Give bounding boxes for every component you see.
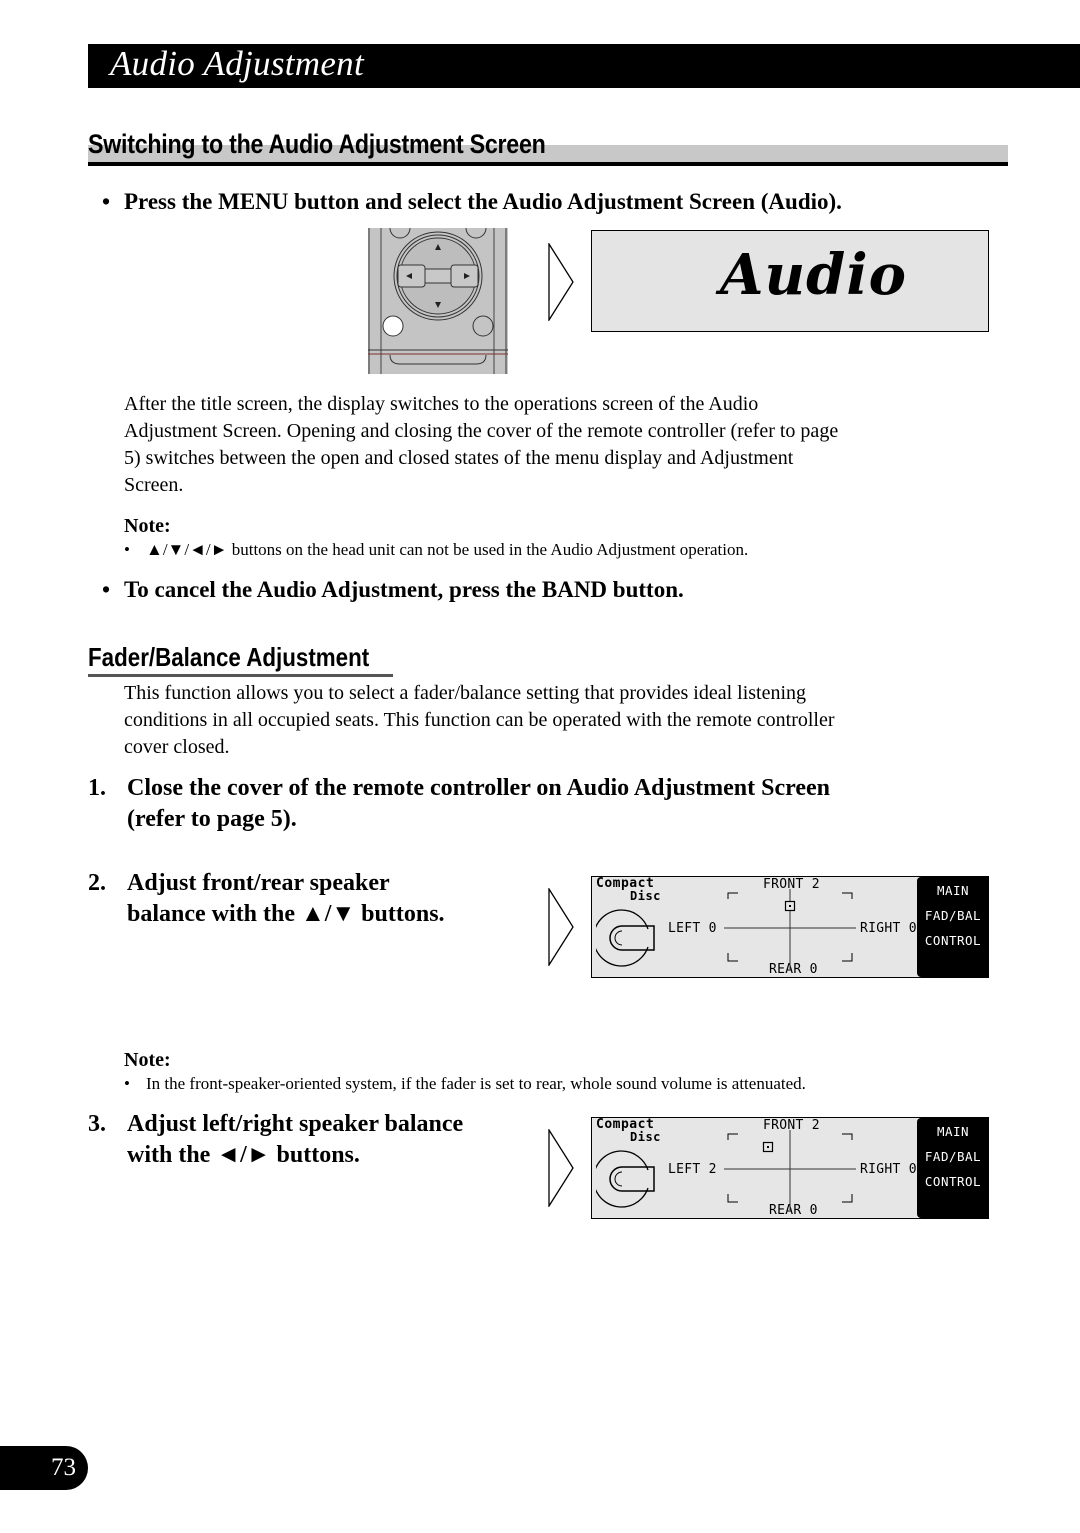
position-marker (762, 1141, 774, 1153)
source-sublabel: Disc (630, 1130, 661, 1144)
fader-paragraph: This function allows you to select a fad… (124, 680, 1024, 761)
center-button (424, 268, 452, 284)
note-label: Note: (124, 1049, 171, 1071)
compact-disc-icon (596, 909, 655, 967)
step-line: with the ◄/► buttons. (127, 1142, 360, 1168)
step-line: Adjust front/rear speaker (127, 870, 390, 896)
chapter-title-bar: Audio Adjustment (88, 44, 1080, 88)
note-text: ▲/▼/◄/► buttons on the head unit can not… (146, 540, 749, 559)
remote-round-button-right (472, 315, 494, 337)
remote-controller-illustration (368, 228, 508, 374)
bullet-dot: • (102, 577, 111, 602)
step-3: 3. Adjust left/right speaker balance wit… (88, 1109, 528, 1173)
note-bullet: • (124, 1074, 130, 1093)
source-sublabel: Disc (630, 889, 661, 903)
menu-item-fad-bal[interactable]: FAD/BAL (917, 1150, 989, 1164)
section-heading-text: Switching to the Audio Adjustment Screen (88, 129, 546, 159)
menu-item-main[interactable]: MAIN (917, 1125, 989, 1139)
step-number: 1. (88, 775, 106, 801)
bullet-dot: • (102, 189, 111, 214)
paragraph-line: Adjustment Screen. Opening and closing t… (124, 420, 839, 442)
note-text: In the front-speaker-oriented system, if… (146, 1074, 806, 1093)
instruction-text: Press the MENU button and select the Aud… (124, 189, 842, 214)
step-2: 2. Adjust front/rear speaker balance wit… (88, 868, 528, 932)
note-bullet: • (124, 540, 130, 559)
paragraph-line: cover closed. (124, 736, 230, 758)
fader-balance-display: Compact Disc LEFT 2 RIGHT 0 FRONT 2 REAR… (591, 1117, 989, 1219)
next-arrow-icon (548, 1129, 574, 1207)
menu-item-main[interactable]: MAIN (917, 884, 989, 898)
fader-balance-grid (724, 889, 856, 969)
menu-item-control[interactable]: CONTROL (917, 1175, 989, 1189)
cancel-instruction-text: To cancel the Audio Adjustment, press th… (124, 577, 684, 602)
paragraph-line: Screen. (124, 474, 184, 496)
menu-item-fad-bal[interactable]: FAD/BAL (917, 909, 989, 923)
menu-item-control[interactable]: CONTROL (917, 934, 989, 948)
instruction-bullet: • Press the MENU button and select the Au… (102, 188, 842, 216)
heading-rule (88, 162, 1008, 166)
step-number: 3. (88, 1111, 106, 1137)
step-line: Close the cover of the remote controller… (127, 775, 831, 801)
step-line: Adjust left/right speaker balance (127, 1111, 464, 1137)
compact-disc-icon (596, 1150, 655, 1208)
page-number: 73 (51, 1454, 76, 1481)
section-heading: Switching to the Audio Adjustment Screen (88, 126, 1008, 166)
paragraph-line: conditions in all occupied seats. This f… (124, 709, 835, 731)
subsection-heading-text: Fader/Balance Adjustment (88, 642, 370, 672)
note-item: • ▲/▼/◄/► buttons on the head unit can no… (124, 539, 748, 561)
right-balance-value: RIGHT 0 (860, 1162, 917, 1177)
step-number: 2. (88, 870, 106, 896)
remote-round-button-left (382, 315, 404, 337)
next-arrow-icon (548, 888, 574, 966)
note-label: Note: (124, 515, 171, 537)
subsection-underline (88, 674, 393, 677)
left-balance-value: LEFT 2 (668, 1162, 717, 1177)
step-line: balance with the ▲/▼ buttons. (127, 901, 445, 927)
fader-balance-display: Compact Disc LEFT 0 RIGHT 0 FRONT 2 REAR… (591, 876, 989, 978)
menu-panel: MAIN FAD/BAL CONTROL (917, 877, 989, 977)
step-line: (refer to page 5). (127, 806, 297, 832)
intro-paragraph: After the title screen, the display swit… (124, 391, 1024, 499)
chapter-title: Audio Adjustment (110, 44, 365, 83)
paragraph-line: 5) switches between the open and closed … (124, 447, 794, 469)
note-item: • In the front-speaker-oriented system, i… (124, 1073, 806, 1095)
menu-panel: MAIN FAD/BAL CONTROL (917, 1118, 989, 1218)
fader-balance-grid (724, 1130, 856, 1210)
subsection-heading: Fader/Balance Adjustment (88, 640, 415, 677)
left-balance-value: LEFT 0 (668, 921, 717, 936)
next-arrow-icon (548, 243, 574, 321)
cancel-instruction-bullet: • To cancel the Audio Adjustment, press t… (102, 576, 684, 604)
position-marker (784, 900, 796, 912)
paragraph-line: After the title screen, the display swit… (124, 393, 759, 415)
right-balance-value: RIGHT 0 (860, 921, 917, 936)
audio-display-title: Audio (720, 242, 907, 308)
audio-title-display: Audio (591, 230, 989, 332)
step-1: 1. Close the cover of the remote control… (88, 773, 988, 837)
paragraph-line: This function allows you to select a fad… (124, 682, 807, 704)
page-number-tab: 73 (0, 1446, 88, 1490)
